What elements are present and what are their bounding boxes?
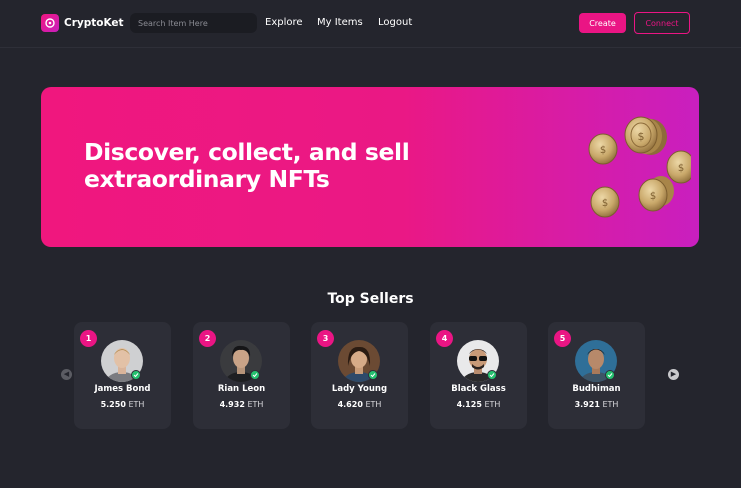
seller-amount-value: 5.250: [100, 400, 126, 409]
seller-rank-badge: 2: [199, 330, 216, 347]
seller-name: Rian Leon: [217, 384, 266, 394]
coins-illustration: $ $ $ $ $: [588, 116, 691, 218]
verified-check-icon: [605, 370, 615, 380]
hero-banner: Discover, collect, and sell extraordinar…: [41, 87, 699, 247]
seller-amount: 3.921 ETH: [548, 400, 645, 409]
seller-card[interactable]: 3 Lady Young 4.620 ETH: [311, 322, 408, 429]
seller-card[interactable]: 2 Rian Leon 4.932 ETH: [193, 322, 290, 429]
seller-amount: 4.125 ETH: [430, 400, 527, 409]
cryptoket-logo-icon: [41, 14, 59, 32]
seller-name: James Bond: [94, 384, 151, 394]
verified-check-icon: [250, 370, 260, 380]
navbar: CryptoKet Explore My Items Logout Create…: [0, 0, 741, 48]
nav-logout-link[interactable]: Logout: [378, 17, 412, 28]
verified-check-icon: [487, 370, 497, 380]
seller-card[interactable]: 5 Budhiman 3.921 ETH: [548, 322, 645, 429]
seller-amount-currency: ETH: [365, 400, 382, 409]
seller-card[interactable]: 1 James Bond 5.250 ETH: [74, 322, 171, 429]
svg-text:$: $: [600, 145, 606, 156]
seller-amount: 4.932 ETH: [193, 400, 290, 409]
connect-button[interactable]: Connect: [634, 12, 690, 34]
seller-amount-value: 4.932: [219, 400, 245, 409]
nav-my-items-link[interactable]: My Items: [317, 17, 363, 28]
seller-amount-currency: ETH: [247, 400, 264, 409]
seller-amount-value: 4.620: [337, 400, 363, 409]
seller-card[interactable]: 4 Black Glass 4.125 ETH: [430, 322, 527, 429]
brand-name: CryptoKet: [64, 17, 124, 29]
seller-rank-badge: 1: [80, 330, 97, 347]
seller-amount: 5.250 ETH: [74, 400, 171, 409]
brand-logo[interactable]: CryptoKet: [41, 14, 124, 32]
verified-check-icon: [131, 370, 141, 380]
hero-title-line-1: Discover, collect, and sell: [84, 138, 410, 166]
seller-rank-badge: 5: [554, 330, 571, 347]
seller-name: Budhiman: [572, 384, 621, 394]
seller-amount-value: 4.125: [456, 400, 482, 409]
svg-text:$: $: [638, 130, 645, 143]
seller-name: Black Glass: [451, 384, 506, 394]
seller-name: Lady Young: [331, 384, 388, 394]
hero-title: Discover, collect, and sell extraordinar…: [84, 139, 464, 193]
hero-title-line-2: extraordinary NFTs: [84, 165, 330, 193]
seller-amount: 4.620 ETH: [311, 400, 408, 409]
create-button[interactable]: Create: [579, 13, 626, 33]
seller-amount-value: 3.921: [574, 400, 600, 409]
svg-text:$: $: [650, 191, 656, 202]
seller-rank-badge: 4: [436, 330, 453, 347]
seller-rank-badge: 3: [317, 330, 334, 347]
carousel-prev-icon[interactable]: ◀: [61, 369, 72, 380]
seller-amount-currency: ETH: [484, 400, 501, 409]
svg-text:$: $: [678, 163, 684, 174]
search-input[interactable]: [130, 13, 257, 33]
seller-amount-currency: ETH: [602, 400, 619, 409]
carousel-next-icon[interactable]: ▶: [668, 369, 679, 380]
top-sellers-title: Top Sellers: [327, 291, 414, 307]
verified-check-icon: [368, 370, 378, 380]
nav-explore-link[interactable]: Explore: [265, 17, 303, 28]
svg-text:$: $: [602, 198, 608, 209]
seller-amount-currency: ETH: [128, 400, 145, 409]
